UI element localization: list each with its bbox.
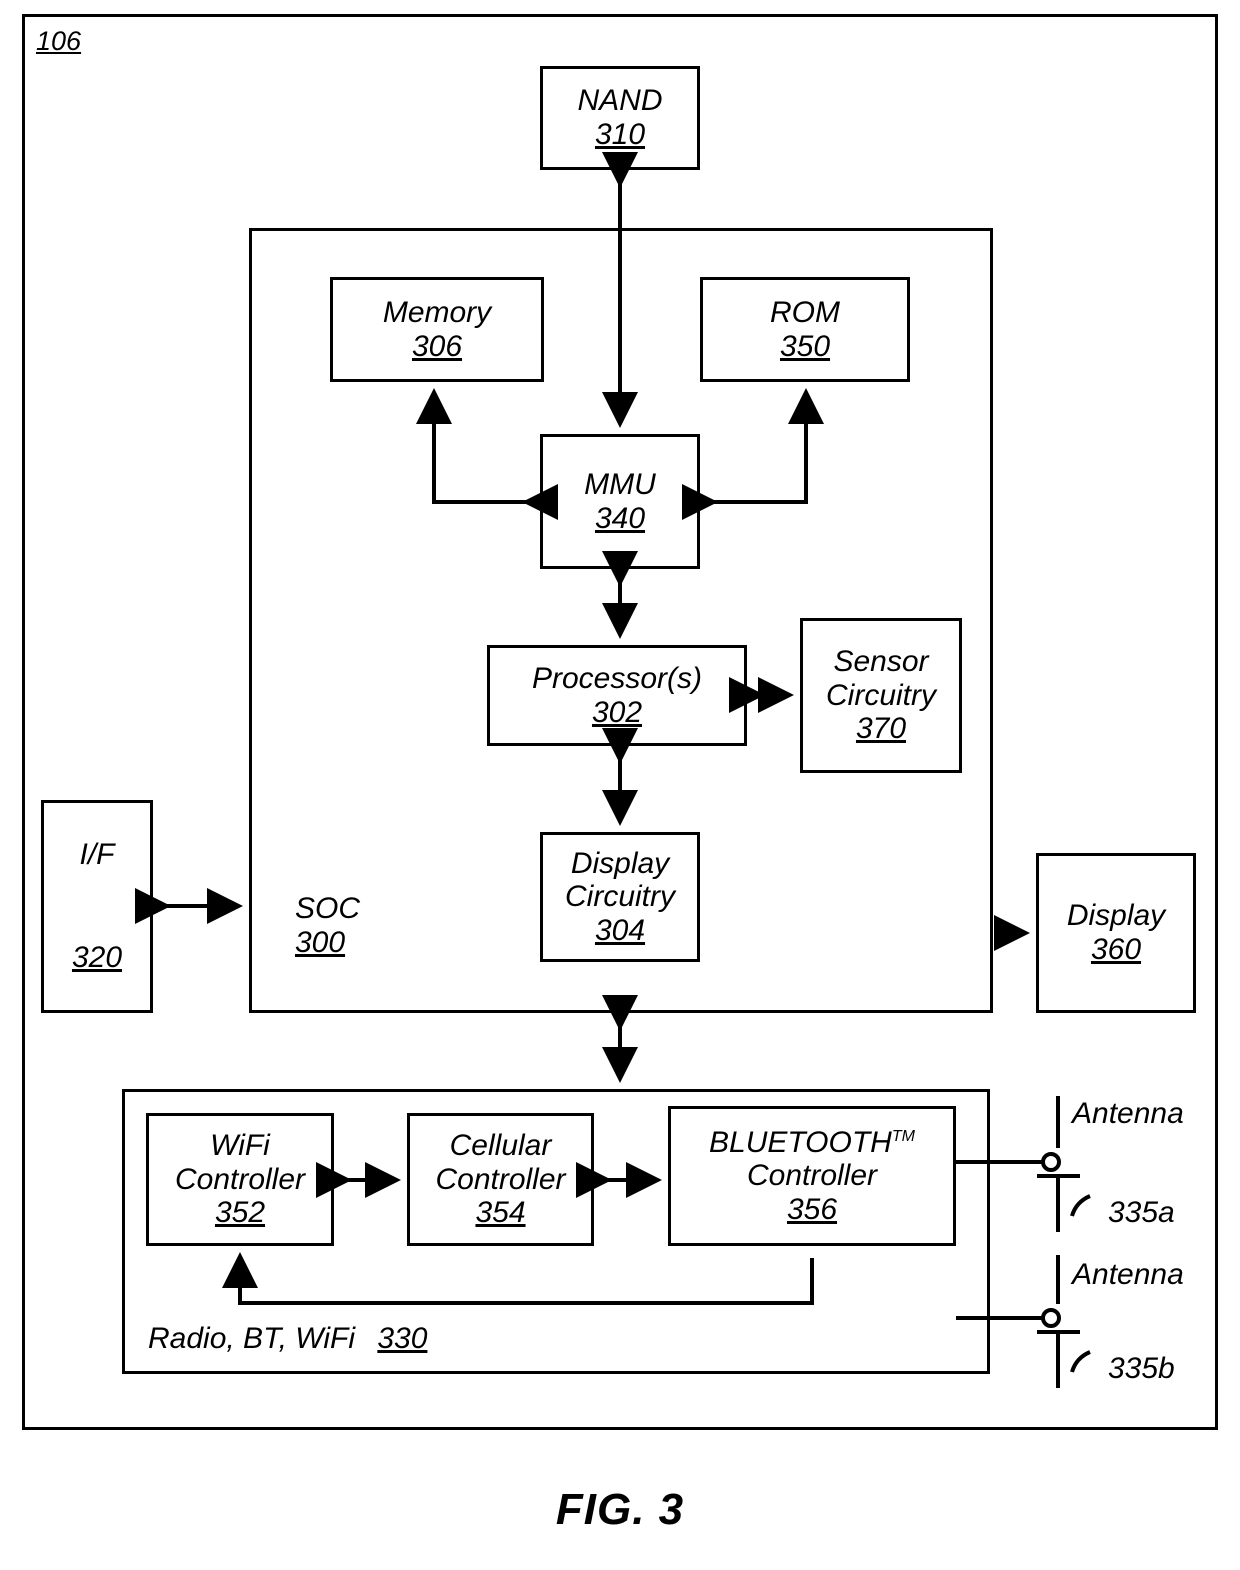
block-display: Display 360 [1036, 853, 1196, 1013]
block-nand-label: NAND [577, 84, 663, 118]
block-sensor-circuitry: Sensor Circuitry 370 [800, 618, 962, 773]
figure-page: 106 NAND 310 SOC 300 Memory 306 ROM 350 … [0, 0, 1240, 1570]
trademark-icon: TM [891, 1127, 915, 1145]
block-memory-label: Memory [382, 295, 492, 329]
block-display-circuitry: Display Circuitry 304 [540, 832, 700, 962]
antenna-number-335b: 335b [1108, 1352, 1175, 1385]
block-mmu: MMU 340 [540, 434, 700, 569]
block-soc-label: SOC [295, 892, 361, 925]
block-cellular-controller-number: 354 [475, 1196, 526, 1230]
block-processor: Processor(s) 302 [487, 645, 747, 746]
block-display-number: 360 [1090, 933, 1142, 966]
block-soc-label-group: SOC 300 [295, 892, 360, 960]
block-interface-number: 320 [71, 941, 123, 975]
block-sensor-circuitry-number: 370 [855, 712, 907, 746]
block-memory-number: 306 [411, 329, 463, 363]
block-radio-label: Radio, BT, WiFi [148, 1322, 356, 1355]
block-wifi-controller-number: 352 [214, 1196, 266, 1230]
block-nand-number: 310 [594, 118, 646, 151]
block-bluetooth-controller-label-1: BLUETOOTHTM [709, 1126, 915, 1160]
antenna-number-335a: 335a [1108, 1196, 1175, 1229]
antenna-label-335b: Antenna [1072, 1258, 1184, 1291]
block-cellular-controller: Cellular Controller 354 [407, 1113, 594, 1246]
block-interface: I/F 320 [41, 800, 153, 1013]
block-cellular-controller-label-1: Cellular [449, 1129, 552, 1163]
block-bluetooth-controller-label-2: Controller [746, 1159, 878, 1193]
block-display-circuitry-label-2: Circuitry [565, 880, 675, 914]
block-display-circuitry-number: 304 [594, 913, 646, 947]
block-radio-number: 330 [377, 1322, 428, 1355]
block-bluetooth-controller: BLUETOOTHTM Controller 356 [668, 1106, 956, 1246]
block-sensor-circuitry-label-2: Circuitry [826, 678, 936, 712]
block-processor-number: 302 [591, 695, 643, 729]
block-interface-label: I/F [79, 837, 115, 871]
block-nand: NAND 310 [540, 66, 700, 170]
block-processor-label: Processor(s) [531, 661, 703, 695]
block-sensor-circuitry-label-1: Sensor [833, 645, 929, 679]
reference-numeral-106: 106 [36, 26, 82, 56]
block-soc-number: 300 [295, 926, 346, 960]
figure-caption: FIG. 3 [555, 1485, 685, 1534]
block-memory: Memory 306 [330, 277, 544, 382]
block-mmu-number: 340 [594, 501, 646, 535]
block-rom-number: 350 [779, 329, 831, 363]
block-radio-label-group: Radio, BT, WiFi 330 [148, 1322, 427, 1356]
antenna-label-335a: Antenna [1072, 1097, 1184, 1130]
block-bluetooth-controller-name: BLUETOOTH [709, 1125, 892, 1159]
block-wifi-controller-label-1: WiFi [210, 1129, 270, 1163]
block-mmu-label: MMU [584, 467, 656, 501]
block-wifi-controller-label-2: Controller [174, 1162, 306, 1196]
block-wifi-controller: WiFi Controller 352 [146, 1113, 334, 1246]
block-bluetooth-controller-number: 356 [786, 1192, 838, 1226]
block-display-circuitry-label-1: Display [570, 846, 670, 880]
block-display-label: Display [1066, 899, 1166, 933]
block-rom: ROM 350 [700, 277, 910, 382]
block-cellular-controller-label-2: Controller [435, 1162, 566, 1196]
block-rom-label: ROM [770, 295, 840, 329]
